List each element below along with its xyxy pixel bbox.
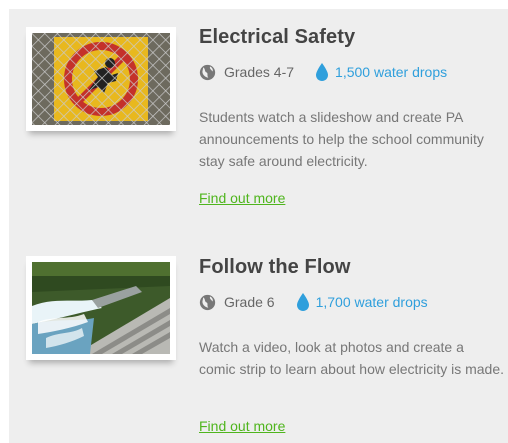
find-out-more-link[interactable]: Find out more xyxy=(199,418,285,434)
water-drops-reward: 1,500 water drops xyxy=(335,64,448,80)
grade-level: Grade 6 xyxy=(224,294,275,310)
water-drop-icon xyxy=(316,63,329,81)
activity-thumbnail[interactable] xyxy=(26,27,176,131)
globe-icon xyxy=(199,64,216,80)
find-out-more-link[interactable]: Find out more xyxy=(199,190,285,206)
activity-list: Electrical Safety Grades 4-7 1,500 water… xyxy=(9,9,508,443)
activity-description: Students watch a slideshow and create PA… xyxy=(199,109,484,169)
dam-spillway-image xyxy=(32,262,170,354)
activity-meta: Grades 4-7 1,500 water drops xyxy=(199,61,447,83)
globe-icon xyxy=(199,294,216,310)
grade-level: Grades 4-7 xyxy=(224,64,295,80)
activity-title[interactable]: Electrical Safety xyxy=(199,26,355,49)
activity-meta: Grade 6 1,700 water drops xyxy=(199,291,428,313)
activity-thumbnail[interactable] xyxy=(26,256,176,360)
activity-title[interactable]: Follow the Flow xyxy=(199,256,350,279)
activity-description: Watch a video, look at photos and create… xyxy=(199,339,505,377)
water-drops-reward: 1,700 water drops xyxy=(315,294,428,310)
water-drop-icon xyxy=(296,293,309,311)
electrical-hazard-image xyxy=(32,33,170,125)
